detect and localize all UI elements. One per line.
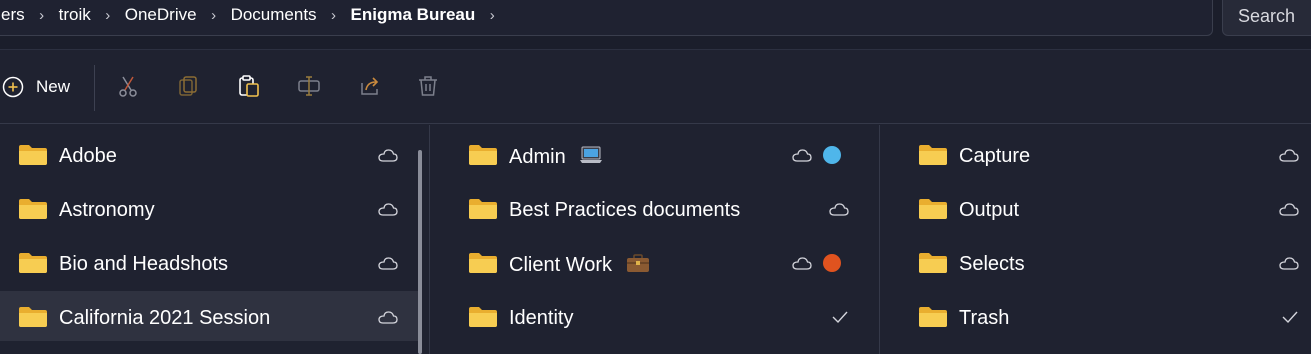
folder-name: Output — [959, 199, 1020, 221]
folder-icon — [919, 253, 947, 273]
breadcrumb-item-users[interactable]: ers — [1, 5, 36, 25]
breadcrumb-item-onedrive[interactable]: OneDrive — [114, 5, 208, 25]
folder-icon — [19, 145, 47, 165]
breadcrumb-item-troik[interactable]: troik — [48, 5, 102, 25]
cloud-icon — [792, 149, 812, 162]
new-button-label: New — [36, 77, 71, 96]
folder-icon — [919, 199, 947, 219]
color-tag-icon — [823, 254, 841, 272]
folder-icon — [19, 253, 47, 273]
copy-icon — [179, 76, 197, 96]
checkmark-icon — [832, 311, 848, 324]
address-bar: ers › troik › OneDrive › Documents › Eni… — [0, 0, 1311, 50]
chevron-right-icon[interactable]: › — [208, 7, 220, 24]
folder-name: Client Work — [509, 254, 612, 276]
toolbar-divider — [94, 65, 95, 111]
cloud-icon — [1279, 203, 1299, 216]
cloud-icon — [829, 203, 849, 216]
chevron-right-icon[interactable]: › — [328, 7, 340, 24]
cloud-icon — [378, 257, 398, 270]
cloud-icon — [1279, 149, 1299, 162]
breadcrumb-item-current[interactable]: Enigma Bureau — [340, 5, 487, 25]
new-button[interactable]: New — [2, 74, 70, 100]
folder-row[interactable]: Trash — [880, 291, 1311, 341]
checkmark-icon — [1282, 311, 1298, 324]
cloud-icon — [378, 203, 398, 216]
folder-row[interactable]: Identity — [430, 291, 878, 341]
folder-name: Bio and Headshots — [59, 253, 229, 275]
folder-row[interactable]: Adobe — [0, 129, 418, 179]
search-input[interactable]: Search — [1222, 0, 1311, 36]
command-bar: New — [0, 51, 1311, 124]
folder-icon — [469, 253, 497, 273]
color-tag-icon — [823, 146, 841, 164]
folder-icon — [469, 145, 497, 165]
paste-button[interactable] — [236, 73, 262, 99]
folder-row[interactable]: Best Practices documents — [430, 183, 878, 233]
folder-name: Selects — [959, 253, 1025, 275]
folder-name: Astronomy — [59, 199, 155, 221]
folder-row[interactable]: Capture — [880, 129, 1311, 179]
chevron-right-icon[interactable]: › — [102, 7, 114, 24]
folder-name: California 2021 Session — [59, 307, 271, 329]
folder-icon — [919, 307, 947, 327]
folder-icon — [469, 307, 497, 327]
folder-row[interactable]: Client Work — [430, 237, 878, 287]
add-circle-icon — [2, 76, 24, 98]
rename-icon — [298, 76, 320, 96]
folder-row-selected[interactable]: California 2021 Session — [0, 291, 418, 341]
share-button[interactable] — [357, 73, 383, 99]
delete-icon — [419, 76, 437, 96]
folder-icon — [919, 145, 947, 165]
chevron-right-icon[interactable]: › — [486, 7, 498, 24]
share-icon — [361, 77, 379, 95]
folder-icon — [19, 307, 47, 327]
laptop-icon — [580, 146, 603, 163]
folder-name: Capture — [959, 145, 1031, 167]
column-selects-parent: Capture Output Selects Trash — [879, 125, 1311, 354]
cut-button[interactable] — [115, 73, 141, 99]
folder-name: Trash — [959, 307, 1010, 329]
copy-button[interactable] — [175, 73, 201, 99]
folder-name: Admin — [509, 146, 566, 168]
paste-icon — [239, 75, 259, 97]
chevron-right-icon[interactable]: › — [36, 7, 48, 24]
cloud-icon — [378, 149, 398, 162]
breadcrumb[interactable]: ers › troik › OneDrive › Documents › Eni… — [0, 0, 1213, 36]
folder-icon — [19, 199, 47, 219]
cloud-icon — [1279, 257, 1299, 270]
folder-name: Identity — [509, 307, 574, 329]
folder-row[interactable]: Bio and Headshots — [0, 237, 418, 287]
breadcrumb-item-documents[interactable]: Documents — [220, 5, 328, 25]
briefcase-icon — [626, 254, 649, 272]
rename-button[interactable] — [296, 73, 322, 99]
scrollbar-thumb[interactable] — [418, 150, 422, 354]
folder-name: Adobe — [59, 145, 117, 167]
folder-row[interactable]: Admin — [430, 129, 878, 179]
delete-button[interactable] — [415, 73, 441, 99]
folder-name-row: Client Work — [509, 253, 650, 277]
cloud-icon — [792, 257, 812, 270]
folder-row[interactable]: Output — [880, 183, 1311, 233]
column-enigma-bureau: Adobe Astronomy Bio and Headshots Califo… — [0, 125, 428, 354]
cut-icon — [119, 76, 137, 97]
folder-icon — [469, 199, 497, 219]
folder-row[interactable]: Astronomy — [0, 183, 418, 233]
folder-name-row: Admin — [509, 145, 603, 169]
folder-name: Best Practices documents — [509, 199, 741, 221]
folder-row[interactable]: Selects — [880, 237, 1311, 287]
column-california-2021-session: Admin Best Practices documents Client Wo… — [429, 125, 878, 354]
cloud-icon — [378, 311, 398, 324]
